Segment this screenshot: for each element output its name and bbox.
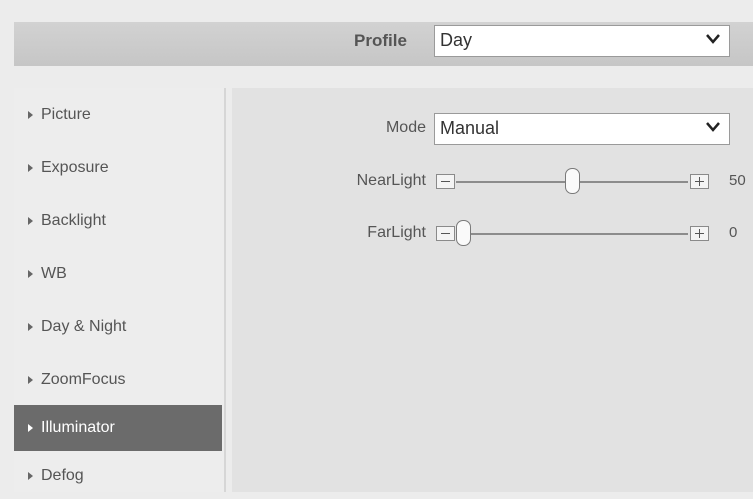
farlight-value: 0 bbox=[729, 224, 738, 241]
triangle-right-icon bbox=[28, 322, 33, 331]
triangle-right-icon bbox=[28, 163, 33, 172]
nearlight-slider-thumb[interactable] bbox=[564, 168, 580, 194]
sidebar-item-illuminator[interactable]: Illuminator bbox=[14, 405, 222, 451]
sidebar-item-label: Defog bbox=[41, 467, 84, 484]
sidebar-item-picture[interactable]: Picture bbox=[14, 92, 222, 138]
chevron-down-icon bbox=[706, 34, 720, 44]
sidebar-item-label: Illuminator bbox=[41, 419, 115, 436]
sidebar-item-label: Day & Night bbox=[41, 318, 127, 335]
profile-label: Profile bbox=[354, 31, 407, 50]
sidebar-item-backlight[interactable]: Backlight bbox=[14, 198, 222, 244]
illuminator-settings-panel bbox=[232, 88, 753, 492]
sidebar-item-wb[interactable]: WB bbox=[14, 251, 222, 297]
sidebar-item-zoomfocus[interactable]: ZoomFocus bbox=[14, 357, 222, 403]
triangle-right-icon bbox=[28, 110, 33, 119]
farlight-increment-button[interactable] bbox=[690, 226, 709, 241]
settings-sidebar: Picture Exposure Backlight WB Day & Nigh… bbox=[14, 88, 226, 492]
sidebar-item-label: ZoomFocus bbox=[41, 371, 126, 388]
triangle-right-icon bbox=[28, 216, 33, 225]
sidebar-item-day-night[interactable]: Day & Night bbox=[14, 304, 222, 350]
minus-icon bbox=[441, 181, 450, 182]
farlight-slider-thumb[interactable] bbox=[456, 220, 471, 246]
triangle-right-icon bbox=[28, 471, 33, 480]
nearlight-increment-button[interactable] bbox=[690, 174, 709, 189]
sidebar-item-defog[interactable]: Defog bbox=[14, 453, 222, 499]
mode-select[interactable]: Manual bbox=[434, 113, 730, 145]
sidebar-item-label: Exposure bbox=[41, 159, 109, 176]
sidebar-item-label: Backlight bbox=[41, 212, 106, 229]
mode-label: Mode bbox=[385, 119, 426, 136]
farlight-decrement-button[interactable] bbox=[436, 226, 455, 241]
nearlight-label: NearLight bbox=[356, 172, 426, 189]
minus-icon bbox=[441, 233, 450, 234]
sidebar-item-label: Picture bbox=[41, 106, 91, 123]
triangle-right-icon bbox=[28, 375, 33, 384]
sidebar-item-label: WB bbox=[41, 265, 67, 282]
chevron-down-icon bbox=[706, 122, 720, 132]
profile-select[interactable]: Day bbox=[434, 25, 730, 57]
mode-select-value: Manual bbox=[440, 118, 500, 138]
profile-select-value: Day bbox=[440, 30, 473, 50]
nearlight-decrement-button[interactable] bbox=[436, 174, 455, 189]
triangle-right-icon bbox=[28, 423, 33, 432]
farlight-label: FarLight bbox=[367, 224, 426, 241]
nearlight-value: 50 bbox=[729, 172, 746, 189]
sidebar-item-exposure[interactable]: Exposure bbox=[14, 145, 222, 191]
farlight-slider-track[interactable] bbox=[456, 233, 688, 235]
triangle-right-icon bbox=[28, 269, 33, 278]
